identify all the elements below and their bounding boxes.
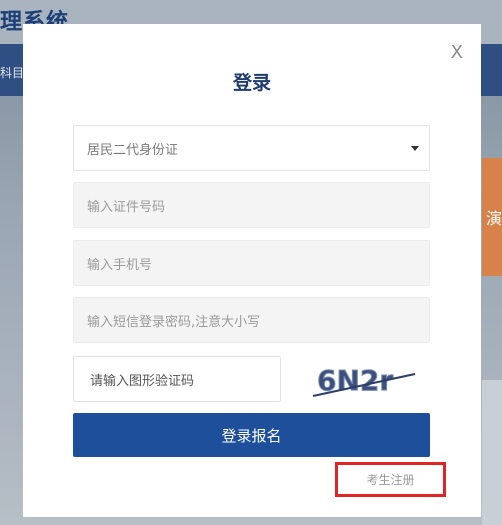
- login-modal: X 登录 居民二代身份证 输入证件号码 输入手机号 输入短信登录密码,注意大小写…: [23, 24, 481, 517]
- phone-input[interactable]: 输入手机号: [73, 240, 430, 286]
- modal-title: 登录: [232, 72, 271, 94]
- captcha-image[interactable]: 6N2r: [307, 358, 427, 400]
- background-nav-text: 科目: [0, 66, 25, 80]
- close-icon[interactable]: X: [451, 42, 463, 63]
- phone-placeholder: 输入手机号: [87, 257, 153, 273]
- login-submit-button[interactable]: 登录报名: [73, 413, 430, 457]
- background-banner-text: 演: [486, 209, 502, 228]
- register-highlight-box: [335, 462, 446, 497]
- background-strip: [482, 380, 502, 525]
- id-type-select[interactable]: 居民二代身份证: [73, 125, 430, 171]
- id-type-value: 居民二代身份证: [87, 142, 179, 158]
- chevron-down-icon: [411, 145, 419, 151]
- captcha-placeholder: 请输入图形验证码: [90, 373, 195, 389]
- captcha-graphic: 6N2r: [312, 364, 416, 398]
- captcha-input[interactable]: 请输入图形验证码: [73, 356, 281, 402]
- sms-password-input[interactable]: 输入短信登录密码,注意大小写: [73, 297, 430, 343]
- sms-password-placeholder: 输入短信登录密码,注意大小写: [87, 314, 261, 330]
- id-number-placeholder: 输入证件号码: [87, 199, 166, 215]
- id-number-input[interactable]: 输入证件号码: [73, 182, 430, 228]
